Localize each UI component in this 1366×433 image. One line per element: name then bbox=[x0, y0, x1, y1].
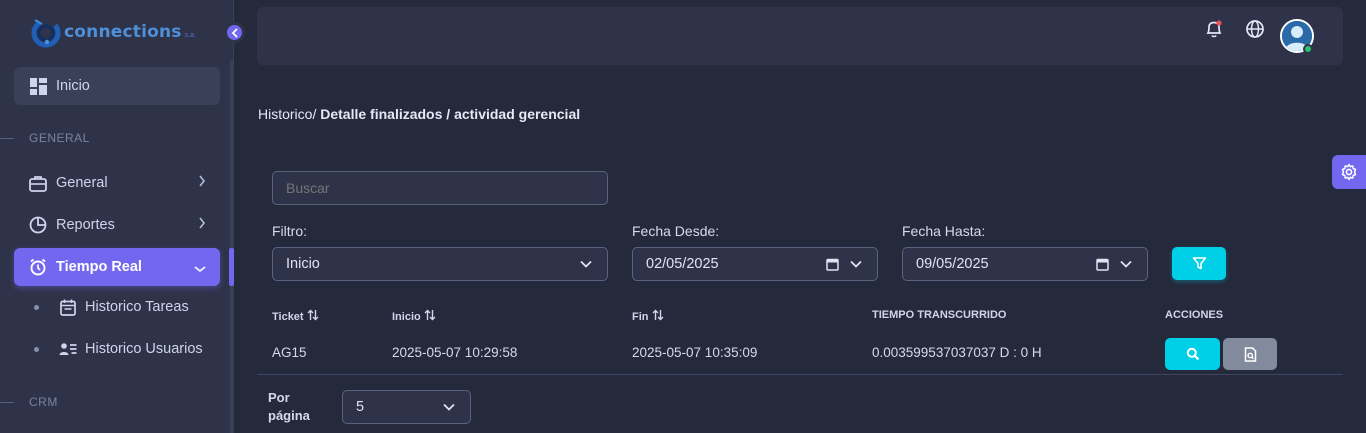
sidebar-subitem-label: Historico Tareas bbox=[85, 299, 189, 315]
column-header-ticket[interactable]: Ticket bbox=[272, 309, 319, 324]
cell-ticket: AG15 bbox=[272, 345, 307, 360]
users-list-icon bbox=[59, 340, 77, 358]
section-header-general: GENERAL bbox=[0, 130, 90, 146]
chevron-down-icon bbox=[579, 257, 593, 275]
sort-icon bbox=[307, 309, 319, 324]
calendar-icon[interactable] bbox=[826, 258, 839, 275]
column-header-acciones: ACCIONES bbox=[1165, 309, 1224, 321]
column-header-inicio[interactable]: Inicio bbox=[392, 309, 436, 324]
logo-text: connections bbox=[64, 22, 182, 42]
table-row-divider bbox=[257, 374, 1343, 375]
logo-subtext: s.a. bbox=[184, 31, 196, 39]
section-header-crm: CRM bbox=[0, 394, 58, 410]
document-search-button[interactable] bbox=[1223, 338, 1277, 370]
sort-icon bbox=[652, 309, 664, 324]
sidebar: connections s.a. Inicio GENERAL General … bbox=[0, 0, 234, 433]
cell-fin: 2025-05-07 10:35:09 bbox=[632, 345, 758, 360]
sidebar-scrollbar[interactable] bbox=[230, 60, 233, 433]
chevron-down-icon[interactable] bbox=[849, 257, 863, 275]
customizer-toggle-button[interactable] bbox=[1332, 155, 1366, 189]
fecha-hasta-value: 09/05/2025 bbox=[916, 256, 989, 272]
sidebar-item-reportes[interactable]: Reportes bbox=[14, 206, 220, 244]
sidebar-subitem-historico-usuarios[interactable]: Historico Usuarios bbox=[34, 334, 203, 364]
sidebar-item-tiempo-real[interactable]: Tiempo Real bbox=[14, 248, 220, 286]
globe-icon[interactable] bbox=[1244, 18, 1266, 40]
cell-tiempo: 0.003599537037037 D : 0 H bbox=[872, 345, 1042, 360]
search-icon bbox=[1186, 347, 1199, 361]
sidebar-scrollbar-thumb[interactable] bbox=[229, 248, 234, 286]
column-header-fin[interactable]: Fin bbox=[632, 309, 664, 324]
sidebar-item-inicio[interactable]: Inicio bbox=[14, 67, 220, 105]
bell-icon[interactable] bbox=[1203, 18, 1225, 40]
per-page-label: Por página bbox=[268, 390, 310, 423]
filter-icon bbox=[1192, 257, 1206, 270]
bullet-dot bbox=[34, 346, 39, 352]
chevron-right-icon bbox=[198, 175, 206, 190]
briefcase-icon bbox=[29, 174, 47, 192]
column-header-tiempo: TIEMPO TRANSCURRIDO bbox=[872, 309, 1007, 321]
breadcrumb: Historico/ Detalle finalizados / activid… bbox=[258, 106, 580, 122]
apply-filter-button[interactable] bbox=[1172, 247, 1226, 280]
logo-mark-icon bbox=[30, 16, 62, 48]
fecha-hasta-input[interactable]: 09/05/2025 bbox=[902, 247, 1148, 281]
cell-inicio: 2025-05-07 10:29:58 bbox=[392, 345, 518, 360]
search-input[interactable] bbox=[272, 171, 608, 205]
sidebar-subitem-historico-tareas[interactable]: Historico Tareas bbox=[34, 292, 189, 322]
online-status-dot bbox=[1303, 44, 1313, 54]
breadcrumb-parent[interactable]: Historico/ bbox=[258, 106, 316, 122]
per-page-select[interactable]: 5 bbox=[342, 390, 471, 424]
calendar-icon[interactable] bbox=[1096, 258, 1109, 275]
chevron-down-icon bbox=[442, 400, 456, 418]
sidebar-collapse-button[interactable] bbox=[224, 22, 245, 43]
per-page-value: 5 bbox=[356, 399, 365, 415]
chevron-down-icon bbox=[194, 261, 206, 276]
file-search-icon bbox=[1244, 346, 1256, 362]
chevron-down-icon[interactable] bbox=[1119, 257, 1133, 275]
top-navbar bbox=[257, 7, 1343, 65]
sort-icon bbox=[424, 309, 436, 324]
sidebar-subitem-label: Historico Usuarios bbox=[85, 341, 203, 357]
breadcrumb-current: Detalle finalizados / actividad gerencia… bbox=[320, 106, 581, 122]
app-logo[interactable]: connections s.a. bbox=[30, 16, 196, 48]
sidebar-item-label: Tiempo Real bbox=[56, 259, 142, 275]
gear-icon bbox=[1341, 163, 1357, 181]
dashboard-icon bbox=[29, 77, 47, 95]
fecha-desde-value: 02/05/2025 bbox=[646, 256, 719, 272]
sidebar-item-label: Inicio bbox=[56, 78, 90, 94]
filtro-select[interactable]: Inicio bbox=[272, 247, 608, 281]
sidebar-item-label: Reportes bbox=[56, 217, 115, 233]
filtro-select-value: Inicio bbox=[286, 256, 320, 272]
chevron-right-icon bbox=[198, 217, 206, 232]
fecha-hasta-label: Fecha Hasta: bbox=[902, 223, 986, 239]
view-button[interactable] bbox=[1165, 338, 1220, 370]
filtro-label: Filtro: bbox=[272, 223, 307, 239]
chart-pie-icon bbox=[29, 216, 47, 234]
fecha-desde-label: Fecha Desde: bbox=[632, 223, 720, 239]
calendar-icon bbox=[59, 298, 77, 316]
alarm-clock-icon bbox=[29, 258, 47, 276]
sidebar-item-label: General bbox=[56, 175, 108, 191]
bullet-dot bbox=[34, 304, 39, 310]
chevron-left-icon bbox=[231, 27, 238, 38]
sidebar-item-general[interactable]: General bbox=[14, 164, 220, 202]
fecha-desde-input[interactable]: 02/05/2025 bbox=[632, 247, 878, 281]
